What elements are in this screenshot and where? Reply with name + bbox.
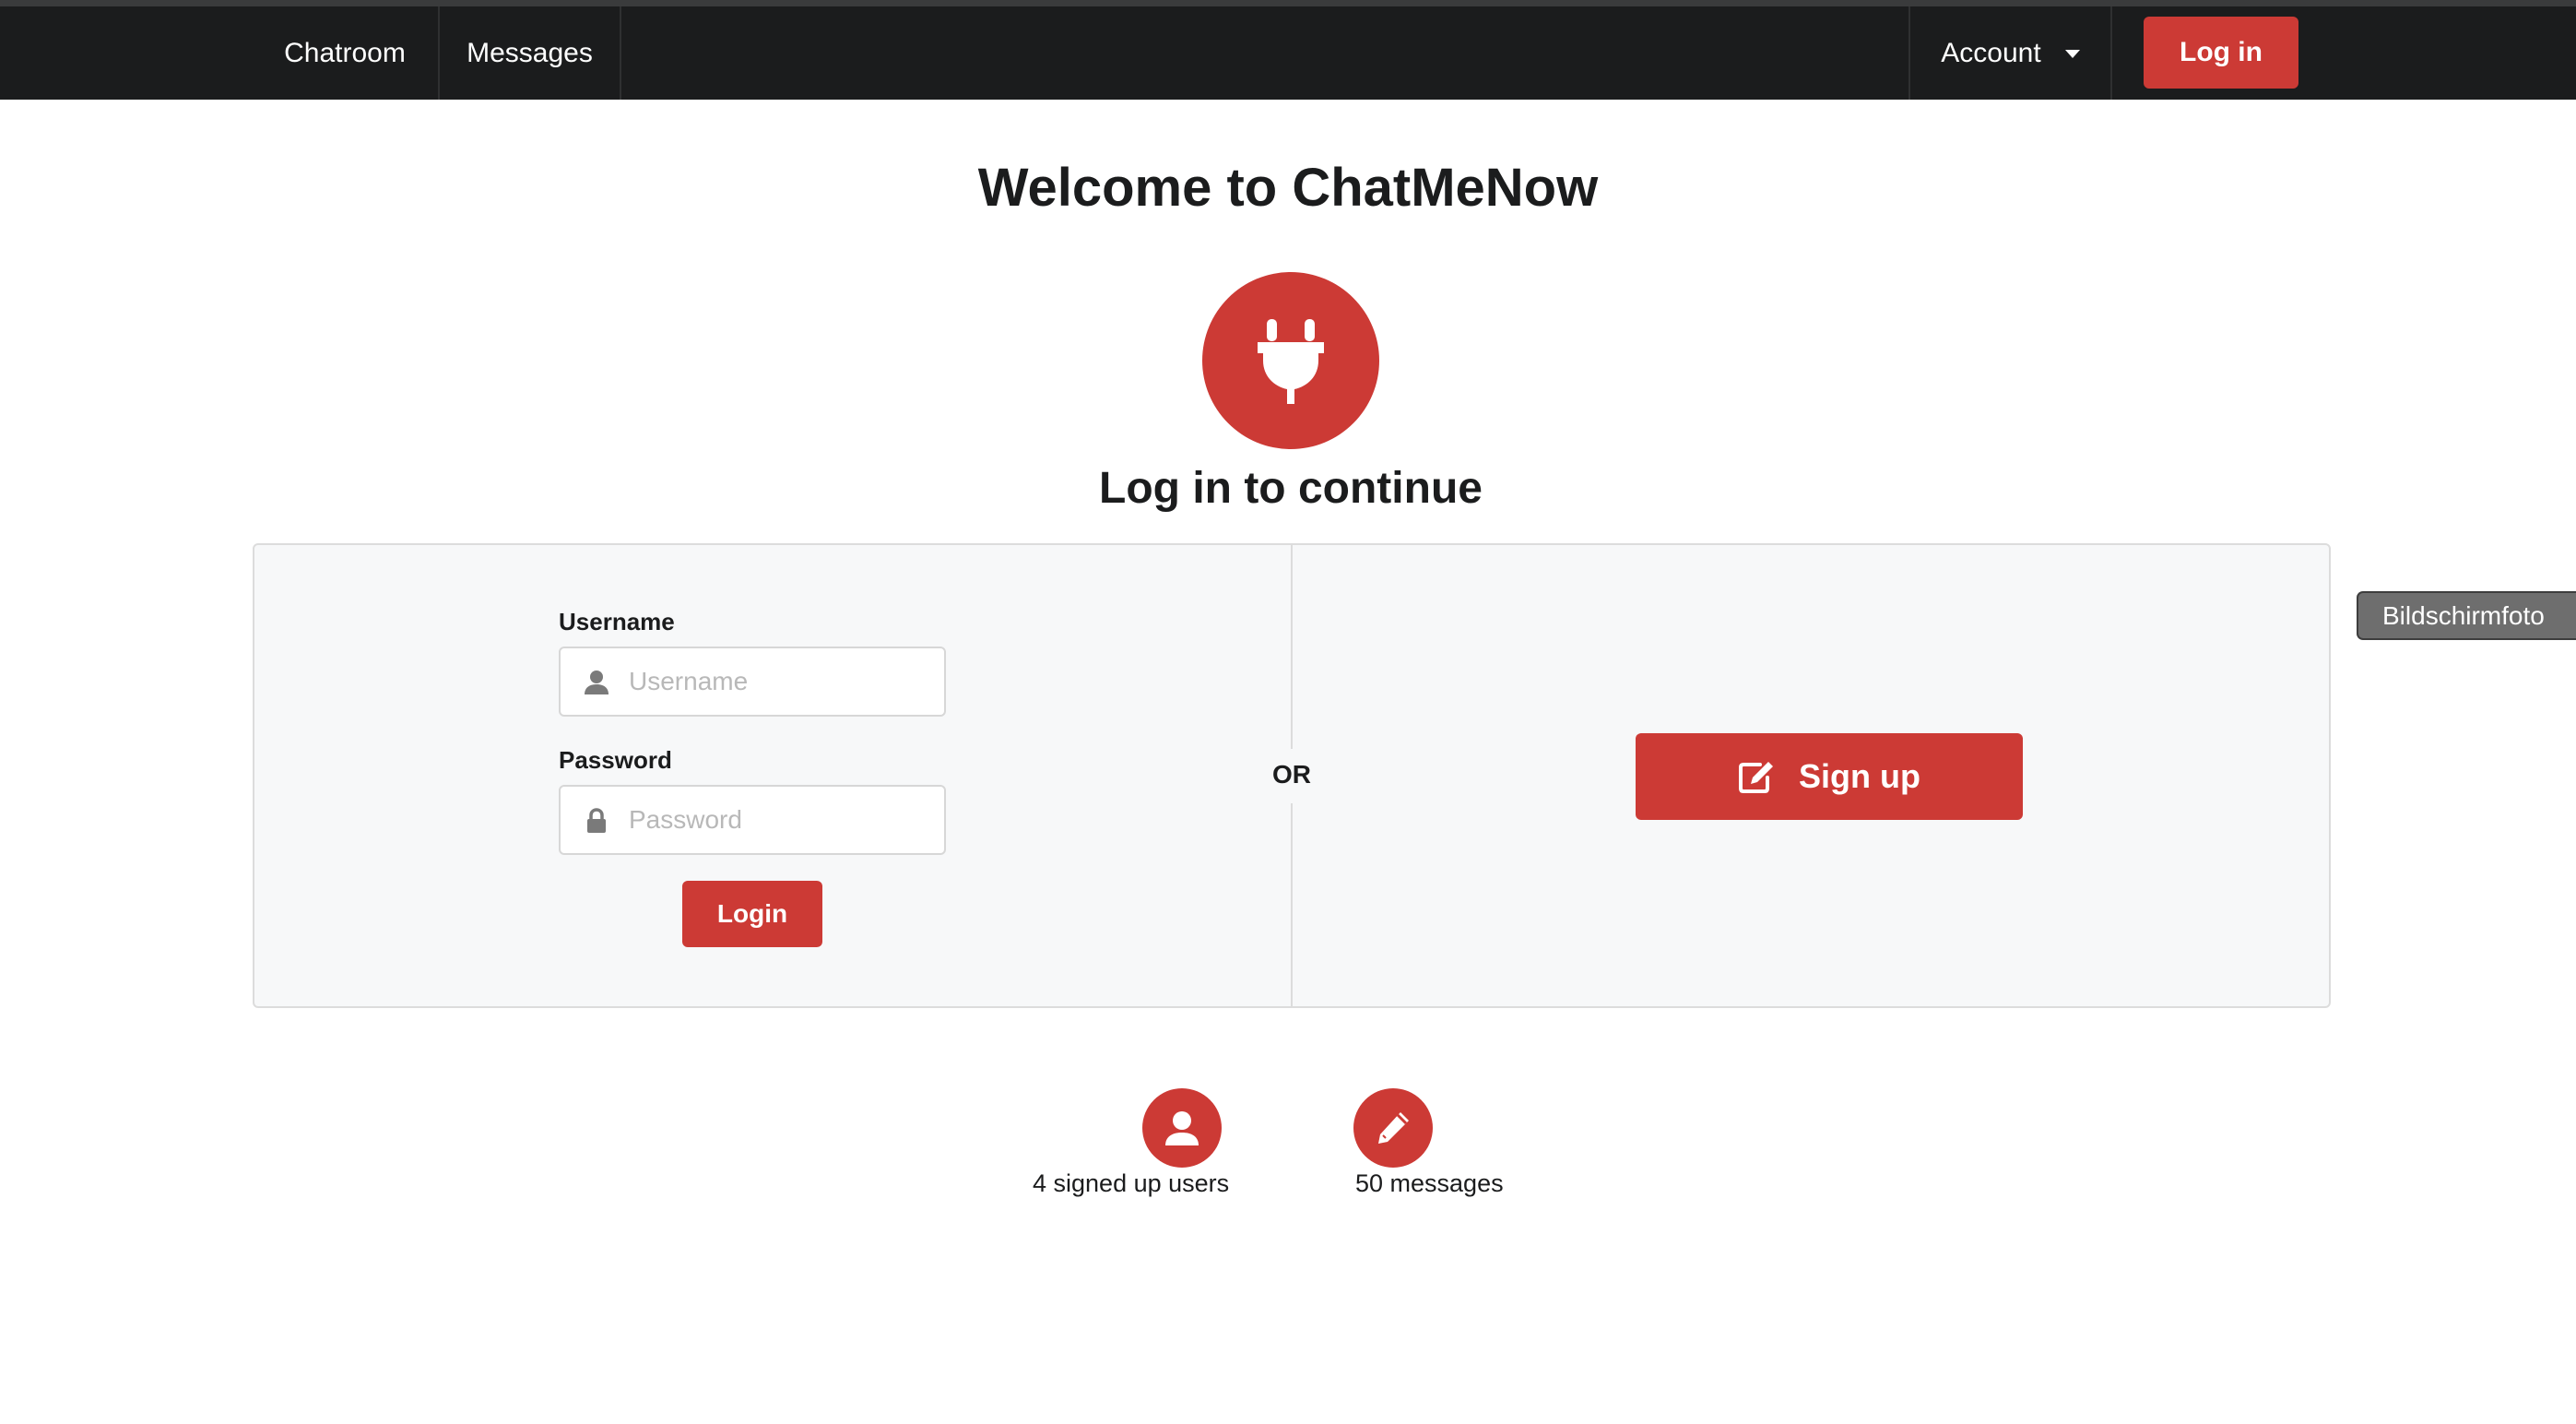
signup-button-label: Sign up bbox=[1799, 757, 1920, 795]
plug-icon bbox=[1202, 272, 1379, 449]
window-top-border bbox=[0, 0, 2576, 6]
caret-down-icon bbox=[2064, 50, 2080, 58]
password-input[interactable] bbox=[629, 787, 933, 853]
page-subtitle: Log in to continue bbox=[1099, 464, 1483, 513]
user-icon bbox=[585, 670, 609, 694]
vertical-divider bbox=[1291, 545, 1293, 749]
username-label: Username bbox=[559, 608, 675, 635]
user-icon bbox=[1142, 1088, 1222, 1168]
password-label: Password bbox=[559, 746, 672, 774]
account-dropdown-label: Account bbox=[1941, 37, 2041, 68]
vertical-divider bbox=[1291, 803, 1293, 1006]
page-title: Welcome to ChatMeNow bbox=[977, 158, 1599, 218]
nav-item-chatroom[interactable]: Chatroom bbox=[252, 6, 440, 100]
signup-button[interactable]: Sign up bbox=[1636, 733, 2023, 820]
lock-icon bbox=[587, 808, 606, 833]
username-input[interactable] bbox=[629, 648, 933, 715]
password-field-wrapper bbox=[559, 785, 946, 855]
messages-count-label: 50 messages bbox=[1355, 1169, 1504, 1197]
users-count-label: 4 signed up users bbox=[1033, 1169, 1230, 1197]
or-divider-text: OR bbox=[1272, 760, 1311, 789]
username-field-wrapper bbox=[559, 647, 946, 717]
nav-login-button[interactable]: Log in bbox=[2144, 17, 2298, 89]
pencil-icon bbox=[1353, 1088, 1433, 1168]
edit-icon bbox=[1739, 762, 1773, 793]
account-dropdown[interactable]: Account bbox=[1908, 6, 2112, 100]
nav-item-messages[interactable]: Messages bbox=[440, 6, 621, 100]
login-submit-button[interactable]: Login bbox=[682, 881, 822, 947]
screenshot-tooltip[interactable]: Bildschirmfoto bbox=[2357, 591, 2576, 640]
top-navbar: Chatroom Messages Account Log in bbox=[0, 6, 2576, 100]
